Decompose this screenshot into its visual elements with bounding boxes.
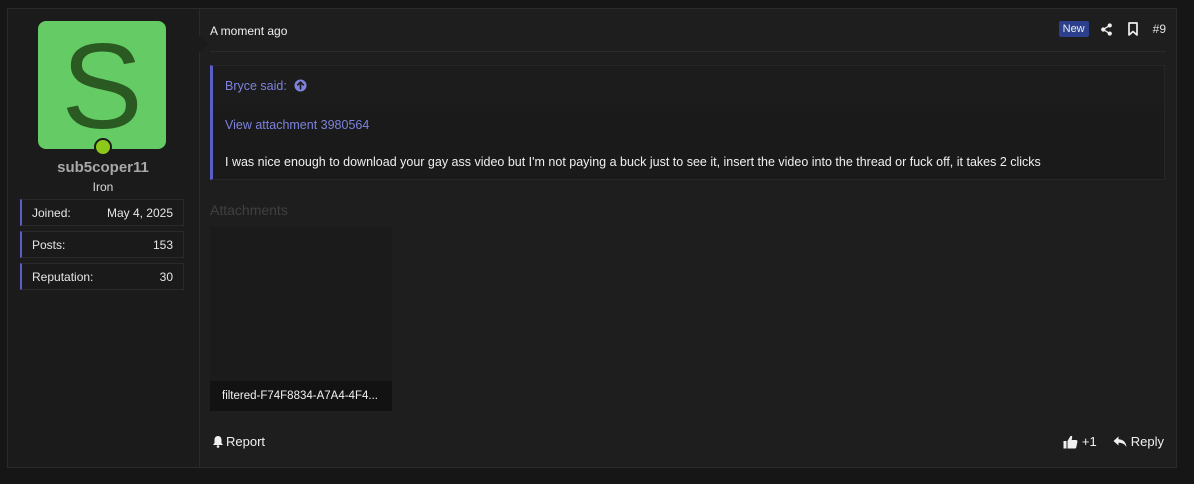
view-attachment-link[interactable]: View attachment 3980564 — [225, 118, 369, 132]
avatar-letter: S — [61, 21, 143, 149]
user-title: Iron — [92, 180, 114, 194]
post-header-actions: New #9 — [1058, 21, 1166, 37]
stat-label: Joined: — [32, 205, 71, 220]
attachment-thumbnail[interactable]: filtered-F74F8834-A7A4-4F4... — [210, 227, 392, 411]
arrow-up-circle-icon[interactable] — [294, 79, 307, 92]
new-badge: New — [1058, 21, 1089, 37]
like-count: +1 — [1081, 434, 1097, 449]
stat-joined: Joined: May 4, 2025 — [20, 199, 184, 226]
reply-icon — [1113, 436, 1127, 447]
post-footer-actions: +1 Reply — [1063, 434, 1164, 449]
online-status-indicator — [94, 138, 112, 156]
stat-value: 30 — [159, 269, 173, 284]
stat-label: Reputation: — [32, 269, 94, 284]
stat-value: 153 — [152, 237, 173, 252]
report-label: Report — [226, 434, 266, 449]
share-icon[interactable] — [1099, 21, 1115, 37]
quote-author[interactable]: Bryce said: — [225, 79, 287, 93]
reply-label: Reply — [1130, 434, 1164, 449]
stat-value: May 4, 2025 — [106, 205, 173, 220]
avatar[interactable]: S — [38, 21, 166, 149]
quote-header: Bryce said: — [213, 66, 1164, 105]
stat-reputation: Reputation: 30 — [20, 263, 184, 290]
bookmark-icon[interactable] — [1125, 21, 1141, 37]
attachment-filename[interactable]: filtered-F74F8834-A7A4-4F4... — [210, 381, 392, 411]
post-footer: Report +1 Reply — [210, 434, 1166, 454]
username[interactable]: sub5coper11 — [8, 159, 198, 176]
post-main: A moment ago New #9 Bryce said: View att… — [210, 9, 1166, 467]
user-sidebar: S sub5coper11 Iron Joined: May 4, 2025 P… — [8, 9, 200, 467]
stat-label: Posts: — [32, 237, 66, 252]
message-arrow — [199, 35, 208, 53]
like-button[interactable]: +1 — [1063, 434, 1097, 449]
quote-block: Bryce said: View attachment 3980564 I wa… — [210, 65, 1165, 180]
post: S sub5coper11 Iron Joined: May 4, 2025 P… — [7, 8, 1177, 468]
thumbs-up-icon — [1063, 435, 1078, 448]
post-header: A moment ago New #9 — [210, 9, 1166, 52]
attachments-heading: Attachments — [210, 202, 288, 218]
post-timestamp[interactable]: A moment ago — [210, 24, 287, 38]
reply-button[interactable]: Reply — [1113, 434, 1164, 449]
post-number[interactable]: #9 — [1153, 22, 1166, 36]
quote-body: I was nice enough to download your gay a… — [225, 155, 1041, 169]
stat-posts: Posts: 153 — [20, 231, 184, 258]
report-button[interactable]: Report — [212, 434, 265, 449]
bell-icon — [213, 436, 223, 448]
